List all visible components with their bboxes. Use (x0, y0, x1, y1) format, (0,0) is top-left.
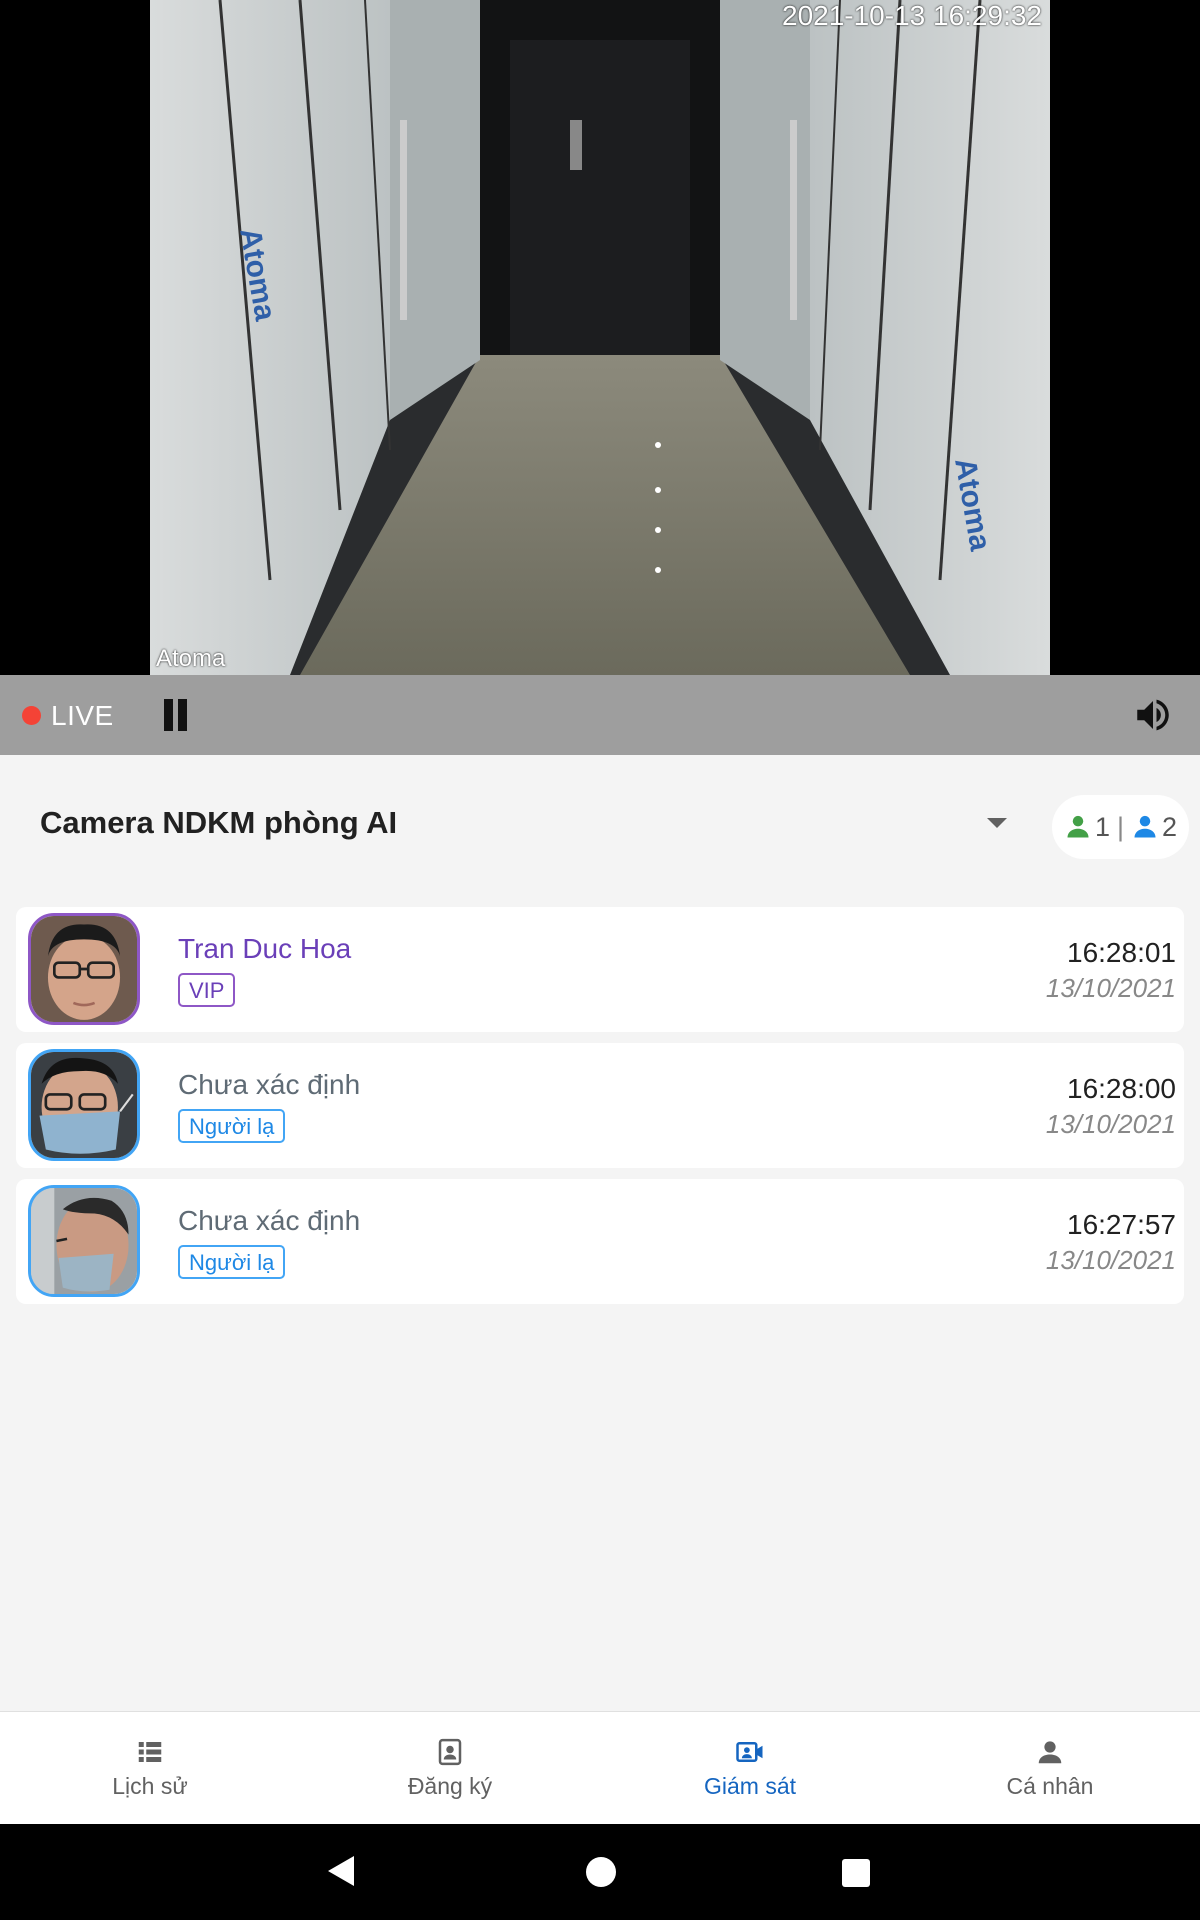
person-name: Tran Duc Hoa (178, 933, 352, 964)
person-tag: VIP (178, 973, 236, 1007)
event-time: 16:28:00 (1067, 1073, 1176, 1104)
video-frame[interactable]: Atoma Atoma 2021-10-13 16:29:32 Atoma (150, 0, 1050, 675)
nav-tab-profile[interactable]: Cá nhân (900, 1712, 1200, 1824)
video-watermark: Atoma (156, 645, 226, 672)
live-label: LIVE (51, 700, 114, 731)
volume-icon (1137, 699, 1169, 731)
monitoring-content: Camera NDKM phòng AI 1 | 2 Tran Duc Hoa … (0, 755, 1200, 1711)
person-name: Chưa xác định (178, 1069, 361, 1100)
stranger-count: 2 (1162, 811, 1178, 842)
event-date: 13/10/2021 (1045, 973, 1176, 1003)
live-indicator-dot (22, 706, 41, 725)
event-card[interactable]: Tran Duc Hoa VIP 16:28:01 13/10/2021 (16, 907, 1184, 1032)
stranger-person-icon (1134, 815, 1156, 838)
volume-button[interactable] (1132, 693, 1174, 737)
detection-event-list: Tran Duc Hoa VIP 16:28:01 13/10/2021 Chư… (16, 907, 1184, 1315)
person-name: Chưa xác định (178, 1205, 361, 1236)
bottom-navigation: Lịch sử Đăng ký Giám sát Cá nhân (0, 1711, 1200, 1824)
list-icon (138, 1741, 162, 1762)
nav-label: Giám sát (703, 1772, 797, 1799)
count-separator: | (1116, 811, 1124, 842)
face-avatar (28, 1185, 140, 1297)
known-person-icon (1067, 815, 1089, 838)
event-card[interactable]: Chưa xác định Người lạ 16:28:00 13/10/20… (16, 1043, 1184, 1168)
event-date: 13/10/2021 (1045, 1245, 1176, 1275)
event-date: 13/10/2021 (1045, 1109, 1176, 1139)
camera-video[interactable]: Atoma Atoma 2021-10-13 16:29:32 Atoma (0, 0, 1200, 675)
known-count: 1 (1094, 811, 1110, 842)
recents-icon[interactable] (842, 1859, 870, 1887)
camera-select-dropdown[interactable]: Camera NDKM phòng AI (0, 755, 1040, 890)
contact-card-icon (438, 1738, 462, 1765)
nav-label: Cá nhân (1006, 1772, 1094, 1799)
nav-tab-monitoring[interactable]: Giám sát (600, 1712, 900, 1824)
dropdown-arrow-icon (987, 818, 1007, 828)
video-person-icon (736, 1741, 763, 1762)
event-card[interactable]: Chưa xác định Người lạ 16:27:57 13/10/20… (16, 1179, 1184, 1304)
person-icon (1038, 1740, 1062, 1763)
nav-tab-register[interactable]: Đăng ký (300, 1712, 600, 1824)
nav-label: Lịch sử (112, 1772, 188, 1799)
camera-name: Camera NDKM phòng AI (40, 805, 398, 840)
people-count-badge: 1 | 2 (1052, 795, 1189, 859)
event-time: 16:27:57 (1067, 1209, 1176, 1240)
video-timestamp: 2021-10-13 16:29:32 (782, 0, 1042, 31)
camera-scene-image: Atoma Atoma (150, 0, 1050, 675)
system-navigation-bar (0, 1824, 1200, 1920)
face-avatar (28, 913, 140, 1025)
pause-icon (164, 699, 173, 731)
person-tag: Người lạ (178, 1109, 286, 1143)
nav-tab-history[interactable]: Lịch sử (0, 1712, 300, 1824)
person-tag: Người lạ (178, 1245, 286, 1279)
player-controls: LIVE (0, 675, 1200, 755)
nav-label: Đăng ký (407, 1772, 493, 1799)
pause-button[interactable] (162, 699, 190, 731)
home-icon[interactable] (586, 1857, 616, 1887)
event-time: 16:28:01 (1067, 937, 1176, 968)
face-avatar (28, 1049, 140, 1161)
back-icon[interactable] (326, 1854, 356, 1888)
